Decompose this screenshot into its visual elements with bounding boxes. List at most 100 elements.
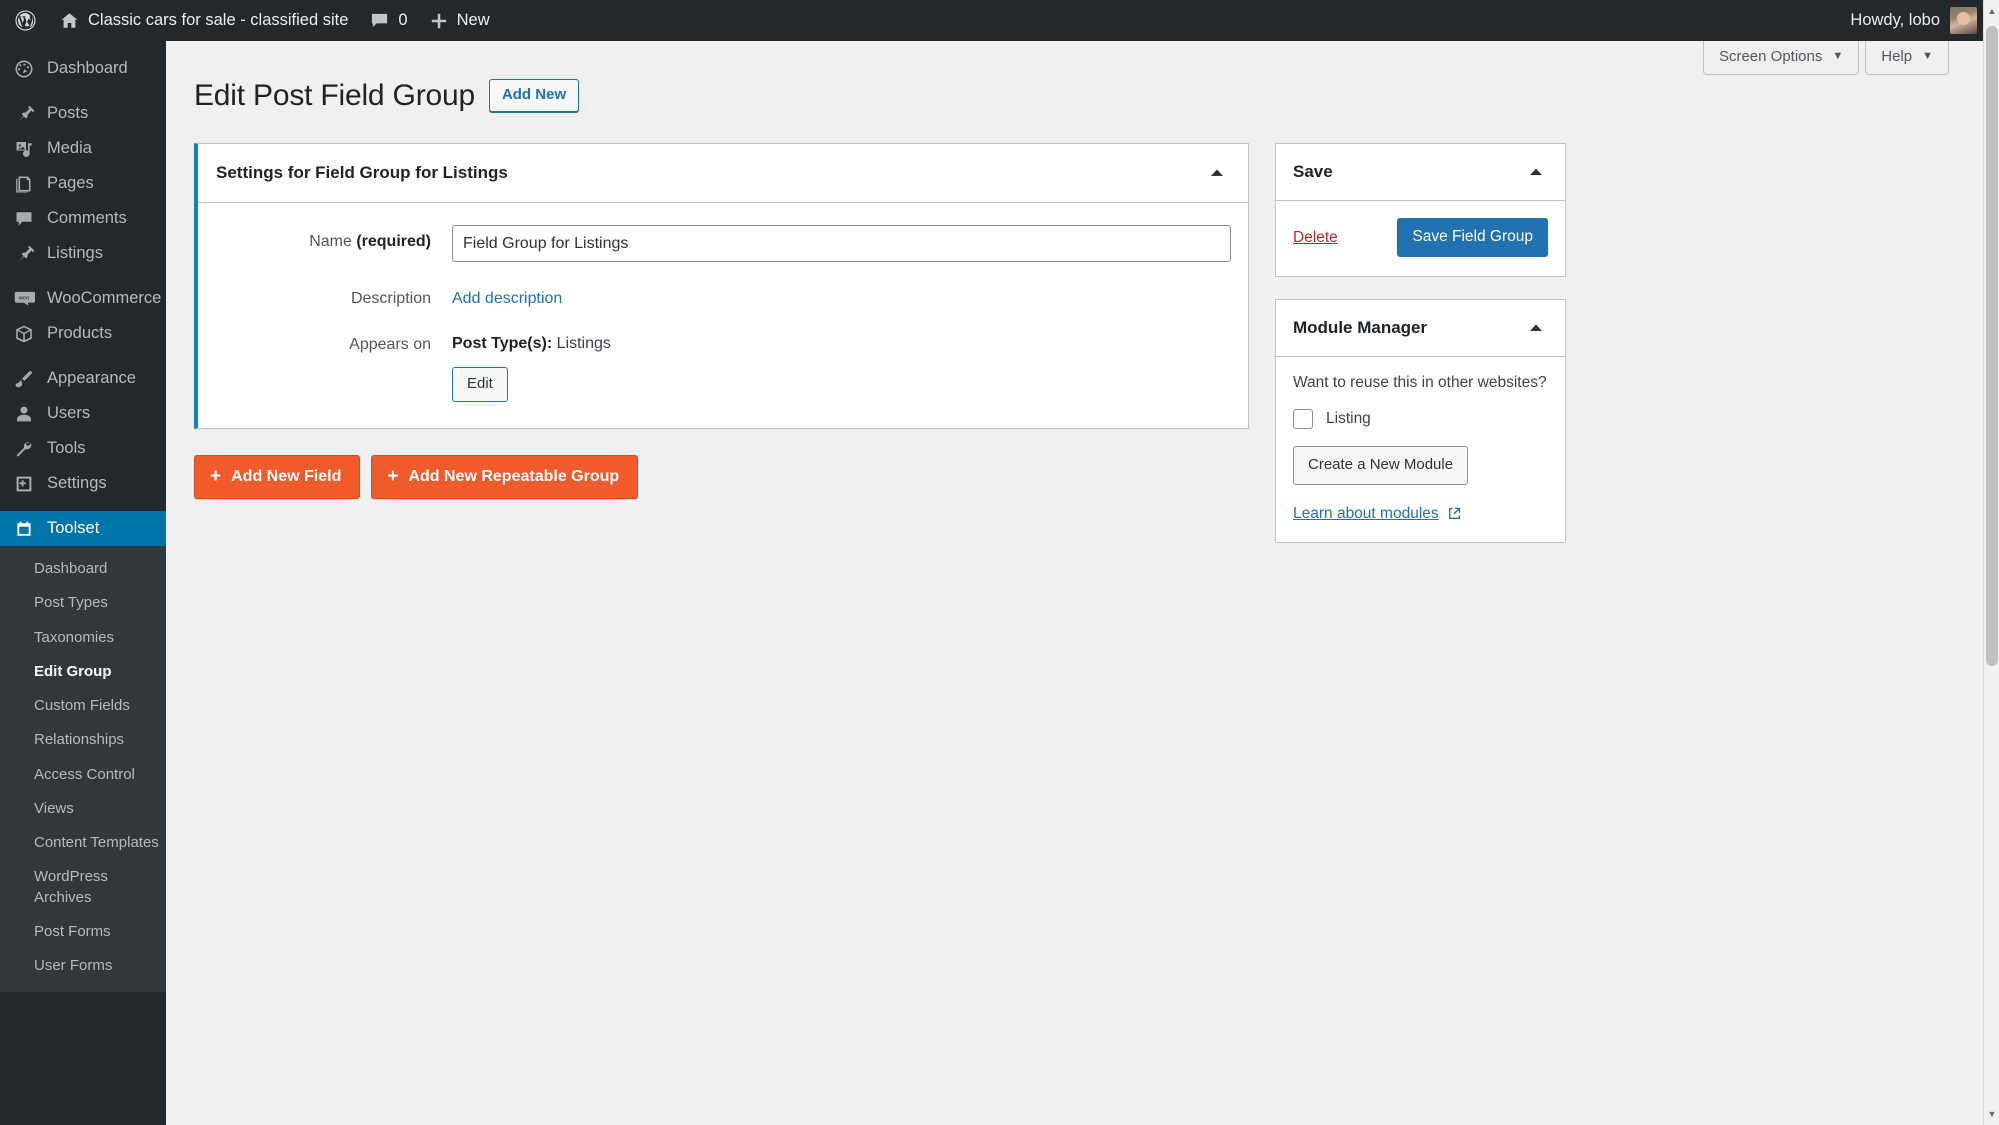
sidebar-item-label: Toolset	[47, 519, 100, 537]
module-manager-title: Module Manager	[1293, 318, 1428, 338]
page-scrollbar[interactable]: ▲ ▼	[1983, 0, 1999, 1125]
sidebar-item-products[interactable]: Products	[0, 316, 166, 351]
submenu-item-dashboard[interactable]: Dashboard	[0, 552, 166, 586]
submenu-item-user-forms[interactable]: User Forms	[0, 949, 166, 983]
media-icon	[13, 138, 35, 160]
settings-postbox-header: Settings for Field Group for Listings	[198, 144, 1248, 203]
settings-postbox-title: Settings for Field Group for Listings	[216, 163, 508, 182]
name-field-label: Name (required)	[220, 225, 452, 251]
submenu-item-taxonomies[interactable]: Taxonomies	[0, 621, 166, 655]
account-menu[interactable]: Howdy, lobo	[1850, 7, 1999, 34]
post-types-value: Listings	[556, 335, 611, 352]
new-label: New	[456, 11, 490, 29]
sidebar-item-users[interactable]: Users	[0, 396, 166, 431]
add-new-repeatable-group-button[interactable]: + Add New Repeatable Group	[371, 454, 639, 499]
home-icon	[60, 11, 79, 30]
wrench-icon	[13, 438, 35, 460]
admin-sidebar: Dashboard Posts Media Pages Comments Lis…	[0, 41, 166, 1125]
site-name-menu[interactable]: Classic cars for sale - classified site	[49, 0, 359, 41]
settings-postbox: Settings for Field Group for Listings Na…	[194, 143, 1249, 429]
submenu-item-content-templates[interactable]: Content Templates	[0, 826, 166, 860]
sidebar-item-label: Users	[47, 404, 91, 422]
help-label: Help	[1881, 48, 1913, 65]
appears-on-value: Post Type(s): Listings	[452, 328, 1226, 353]
module-listing-row: Listing	[1293, 409, 1548, 430]
add-description-link[interactable]: Add description	[452, 290, 562, 307]
sidebar-item-tools[interactable]: Tools	[0, 431, 166, 466]
sidebar-item-label: Posts	[47, 104, 89, 122]
save-postbox: Save Delete Save Field Group	[1275, 143, 1566, 278]
learn-about-modules-link[interactable]: Learn about modules	[1293, 505, 1439, 523]
brush-icon	[13, 368, 35, 390]
comments-count: 0	[398, 11, 408, 29]
collapse-toggle-icon[interactable]	[1204, 160, 1230, 186]
wordpress-logo-icon[interactable]	[0, 0, 49, 41]
create-new-module-button[interactable]: Create a New Module	[1293, 446, 1469, 485]
products-icon	[13, 323, 35, 345]
dashboard-icon	[13, 58, 35, 80]
sidebar-item-appearance[interactable]: Appearance	[0, 361, 166, 396]
sidebar-item-dashboard[interactable]: Dashboard	[0, 51, 166, 86]
collapse-toggle-icon[interactable]	[1523, 315, 1549, 341]
name-input[interactable]	[452, 225, 1231, 262]
save-postbox-body: Delete Save Field Group	[1276, 201, 1565, 276]
page-wrap: Edit Post Field Group Add New Settings f…	[166, 41, 1985, 565]
new-content-menu[interactable]: New	[419, 0, 501, 41]
submenu-item-edit-group[interactable]: Edit Group	[0, 655, 166, 689]
delete-link[interactable]: Delete	[1293, 229, 1338, 247]
help-tab[interactable]: Help ▼	[1865, 41, 1949, 75]
collapse-toggle-icon[interactable]	[1523, 159, 1549, 185]
sidebar-item-posts[interactable]: Posts	[0, 96, 166, 131]
save-field-group-button[interactable]: Save Field Group	[1397, 218, 1548, 258]
scroll-up-arrow-icon[interactable]: ▲	[1984, 2, 1999, 20]
woocommerce-icon: woo	[13, 288, 35, 310]
main-content: Screen Options ▼ Help ▼ Edit Post Field …	[166, 41, 1985, 1125]
edit-post-types-button[interactable]: Edit	[452, 367, 508, 402]
sidebar-item-pages[interactable]: Pages	[0, 166, 166, 201]
sidebar-item-label: Dashboard	[47, 59, 128, 77]
comments-icon	[13, 208, 35, 230]
comments-bubble[interactable]: 0	[359, 0, 418, 41]
scrollbar-thumb[interactable]	[1986, 26, 1998, 666]
save-postbox-title: Save	[1293, 162, 1333, 181]
submenu-item-wordpress-archives[interactable]: WordPress Archives	[0, 860, 166, 915]
learn-about-modules-row: Learn about modules	[1293, 505, 1548, 523]
plus-icon: +	[210, 465, 222, 487]
pages-icon	[13, 173, 35, 195]
sidebar-item-listings[interactable]: Listings	[0, 236, 166, 271]
listing-checkbox-label: Listing	[1326, 410, 1371, 428]
listing-checkbox[interactable]	[1293, 409, 1313, 430]
description-field-row: Description Add description	[220, 282, 1226, 308]
submenu-item-views[interactable]: Views	[0, 792, 166, 826]
field-actions: + Add New Field + Add New Repeatable Gro…	[194, 454, 1249, 499]
submenu-item-post-forms[interactable]: Post Forms	[0, 915, 166, 949]
sidebar-item-woocommerce[interactable]: woo WooCommerce	[0, 281, 166, 316]
page-header: Edit Post Field Group Add New	[194, 76, 1955, 115]
avatar	[1950, 7, 1977, 34]
add-new-field-button[interactable]: + Add New Field	[194, 454, 361, 499]
page-title: Edit Post Field Group	[194, 79, 475, 112]
pin-icon	[13, 243, 35, 265]
submenu-item-custom-fields[interactable]: Custom Fields	[0, 689, 166, 723]
submenu-item-access-control[interactable]: Access Control	[0, 758, 166, 792]
scroll-down-arrow-icon[interactable]: ▼	[1984, 1105, 1999, 1123]
sidebar-item-label: Tools	[47, 439, 86, 457]
settings-icon	[13, 473, 35, 495]
user-icon	[13, 403, 35, 425]
secondary-column: Save Delete Save Field Group Module Mana…	[1275, 143, 1566, 565]
add-new-button[interactable]: Add New	[488, 79, 580, 112]
sidebar-item-media[interactable]: Media	[0, 131, 166, 166]
screen-options-label: Screen Options	[1718, 48, 1823, 65]
submenu-item-relationships[interactable]: Relationships	[0, 723, 166, 757]
submenu-item-post-types[interactable]: Post Types	[0, 586, 166, 620]
sidebar-item-toolset[interactable]: Toolset	[0, 511, 166, 546]
sidebar-item-settings[interactable]: Settings	[0, 466, 166, 501]
plus-icon	[430, 12, 448, 30]
sidebar-item-label: Media	[47, 139, 92, 157]
screen-options-tab[interactable]: Screen Options ▼	[1702, 41, 1860, 75]
name-label-text: Name	[309, 233, 357, 250]
screen-meta-links: Screen Options ▼ Help ▼	[1702, 41, 1949, 75]
chevron-down-icon: ▼	[1832, 50, 1844, 62]
pin-icon	[13, 103, 35, 125]
sidebar-item-comments[interactable]: Comments	[0, 201, 166, 236]
